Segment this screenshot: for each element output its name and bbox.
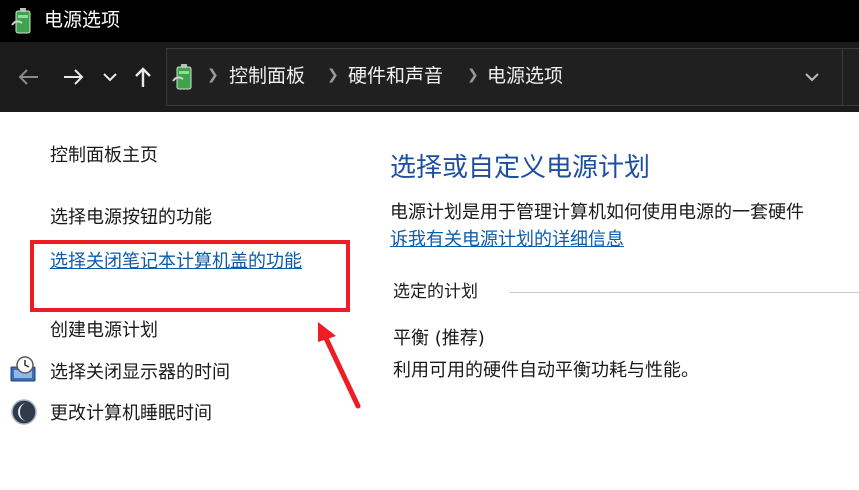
arrow-up-icon: [135, 67, 151, 87]
highlight-annotation-box: [30, 240, 350, 312]
sidebar-link-create-plan[interactable]: 创建电源计划: [50, 318, 158, 343]
address-dropdown-button[interactable]: [797, 63, 827, 91]
chevron-right-icon[interactable]: ❯: [467, 67, 479, 83]
moon-sleep-icon: [11, 399, 37, 425]
section-divider: [510, 292, 859, 293]
sidebar-link-power-buttons[interactable]: 选择电源按钮的功能: [50, 205, 212, 230]
red-arrow-annotation: [318, 322, 361, 409]
chevron-right-icon[interactable]: ❯: [327, 67, 339, 83]
plan-description: 利用可用的硬件自动平衡功耗与性能。: [393, 360, 699, 381]
page-title: 选择或自定义电源计划: [390, 153, 651, 183]
back-button[interactable]: [10, 60, 46, 94]
navigation-bar: ❯ 控制面板 ❯ 硬件和声音 ❯ 电源选项: [0, 42, 859, 112]
breadcrumb-power-options[interactable]: 电源选项: [487, 63, 563, 89]
address-bar[interactable]: ❯ 控制面板 ❯ 硬件和声音 ❯ 电源选项: [166, 48, 859, 106]
sidebar-link-sleep-time[interactable]: 更改计算机睡眠时间: [50, 401, 212, 426]
page-description: 电源计划是用于管理计算机如何使用电源的一套硬件: [390, 202, 804, 223]
title-bar: 电源选项: [0, 0, 859, 42]
window-title: 电源选项: [44, 9, 121, 31]
power-options-icon: [172, 64, 192, 90]
chevron-right-icon: ❯: [207, 67, 219, 83]
sidebar-link-display-off[interactable]: 选择关闭显示器的时间: [50, 360, 230, 385]
sidebar-link-control-panel-home[interactable]: 控制面板主页: [50, 143, 158, 168]
chevron-down-icon: [103, 73, 117, 82]
section-label-selected-plan: 选定的计划: [393, 282, 478, 302]
arrow-right-icon: [64, 69, 84, 85]
breadcrumb-control-panel[interactable]: 控制面板: [229, 63, 305, 89]
breadcrumb-hardware-sound[interactable]: 硬件和声音: [348, 63, 443, 89]
arrow-left-icon: [18, 69, 38, 85]
plan-name[interactable]: 平衡 (推荐): [393, 326, 485, 351]
up-button[interactable]: [128, 60, 158, 94]
divider: [842, 49, 843, 105]
chevron-down-icon: [805, 73, 819, 82]
learn-more-link[interactable]: 诉我有关电源计划的详细信息: [390, 227, 624, 252]
power-options-icon: [11, 8, 31, 34]
forward-button[interactable]: [56, 60, 92, 94]
monitor-clock-icon: [10, 356, 36, 382]
recent-locations-button[interactable]: [98, 60, 122, 94]
